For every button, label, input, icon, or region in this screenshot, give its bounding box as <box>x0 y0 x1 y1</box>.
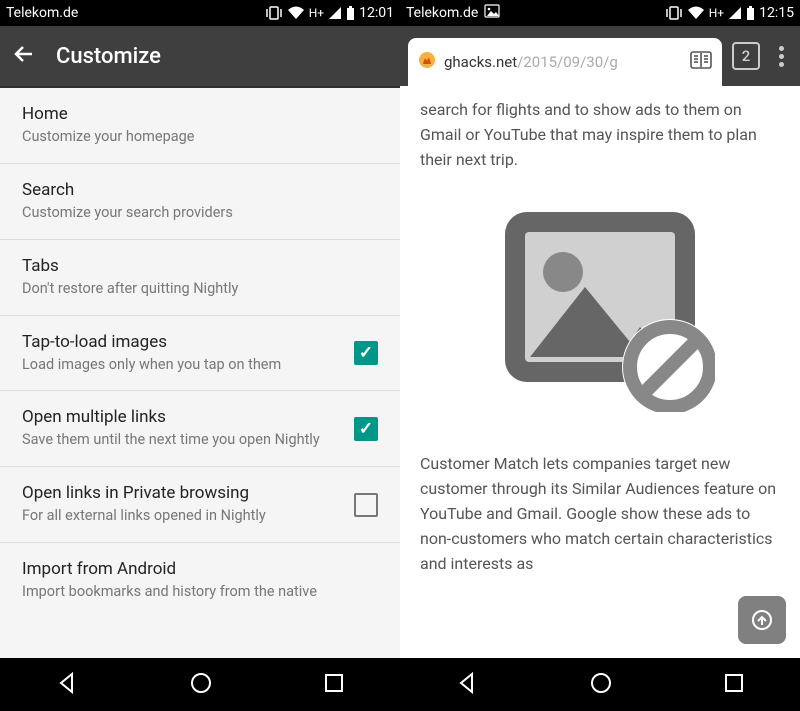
app-bar: Customize <box>0 26 400 88</box>
blocked-image-icon <box>485 202 715 412</box>
signal-icon <box>328 6 342 20</box>
article-paragraph: Customer Match lets companies target new… <box>420 452 780 576</box>
setting-title: Open links in Private browsing <box>22 483 344 503</box>
url-path: /2015/09/30/g <box>517 53 618 71</box>
site-favicon-icon <box>418 51 436 73</box>
nav-recent-icon[interactable] <box>723 672 745 698</box>
wifi-icon <box>287 6 305 20</box>
setting-title: Search <box>22 180 378 200</box>
nav-back-icon[interactable] <box>455 671 479 699</box>
vibrate-icon <box>665 6 683 20</box>
setting-title: Tap-to-load images <box>22 332 344 352</box>
setting-subtitle: Import bookmarks and history from the na… <box>22 583 378 602</box>
setting-title: Open multiple links <box>22 407 344 427</box>
settings-screen: Telekom.de H+ 12:01 Customize <box>0 0 400 711</box>
setting-home[interactable]: Home Customize your homepage <box>0 88 400 164</box>
setting-import-android[interactable]: Import from Android Import bookmarks and… <box>0 543 400 618</box>
carrier-label: Telekom.de <box>406 5 478 21</box>
picture-icon <box>484 4 500 22</box>
url-bar[interactable]: ghacks.net/2015/09/30/g <box>408 38 722 86</box>
clock: 12:15 <box>759 5 794 21</box>
nav-recent-icon[interactable] <box>323 672 345 698</box>
setting-title: Tabs <box>22 256 378 276</box>
setting-open-multiple-links[interactable]: Open multiple links Save them until the … <box>0 391 400 467</box>
status-bar-left: Telekom.de H+ 12:01 <box>0 0 400 26</box>
nav-back-icon[interactable] <box>55 671 79 699</box>
article-paragraph: search for flights and to show ads to th… <box>420 98 780 172</box>
signal-icon <box>728 6 742 20</box>
nav-bar <box>0 658 400 711</box>
setting-tabs[interactable]: Tabs Don't restore after quitting Nightl… <box>0 240 400 316</box>
menu-icon[interactable] <box>770 46 792 67</box>
browser-toolbar: ghacks.net/2015/09/30/g 2 <box>400 26 800 86</box>
tab-count-value: 2 <box>742 47 751 65</box>
url-host: ghacks.net <box>444 53 517 71</box>
setting-private-browsing-links[interactable]: Open links in Private browsing For all e… <box>0 467 400 543</box>
scroll-to-top-button[interactable] <box>738 596 786 644</box>
carrier-label: Telekom.de <box>6 5 78 21</box>
nav-bar <box>400 658 800 711</box>
battery-icon <box>346 6 355 20</box>
network-type: H+ <box>309 7 324 19</box>
setting-subtitle: Don't restore after quitting Nightly <box>22 280 378 299</box>
tab-count-button[interactable]: 2 <box>732 42 760 70</box>
setting-subtitle: Load images only when you tap on them <box>22 356 344 375</box>
reader-mode-icon[interactable] <box>690 51 712 73</box>
page-title: Customize <box>56 44 161 69</box>
back-icon[interactable] <box>12 42 36 70</box>
nav-home-icon[interactable] <box>189 671 213 699</box>
setting-tap-to-load[interactable]: Tap-to-load images Load images only when… <box>0 316 400 392</box>
clock: 12:01 <box>359 5 394 21</box>
setting-subtitle: Save them until the next time you open N… <box>22 431 344 450</box>
battery-icon <box>746 6 755 20</box>
nav-home-icon[interactable] <box>589 671 613 699</box>
status-bar-right: Telekom.de H+ 12:15 <box>400 0 800 26</box>
vibrate-icon <box>265 6 283 20</box>
setting-title: Home <box>22 104 378 124</box>
setting-subtitle: Customize your search providers <box>22 204 378 223</box>
checkbox[interactable] <box>354 493 378 517</box>
network-type: H+ <box>709 7 724 19</box>
checkbox[interactable] <box>354 341 378 365</box>
setting-subtitle: Customize your homepage <box>22 128 378 147</box>
page-content[interactable]: search for flights and to show ads to th… <box>400 86 800 658</box>
setting-title: Import from Android <box>22 559 378 579</box>
settings-list[interactable]: Home Customize your homepage Search Cust… <box>0 88 400 658</box>
setting-search[interactable]: Search Customize your search providers <box>0 164 400 240</box>
url-text: ghacks.net/2015/09/30/g <box>444 53 682 71</box>
browser-screen: Telekom.de H+ 12:15 <box>400 0 800 711</box>
wifi-icon <box>687 6 705 20</box>
checkbox[interactable] <box>354 417 378 441</box>
setting-subtitle: For all external links opened in Nightly <box>22 507 344 526</box>
